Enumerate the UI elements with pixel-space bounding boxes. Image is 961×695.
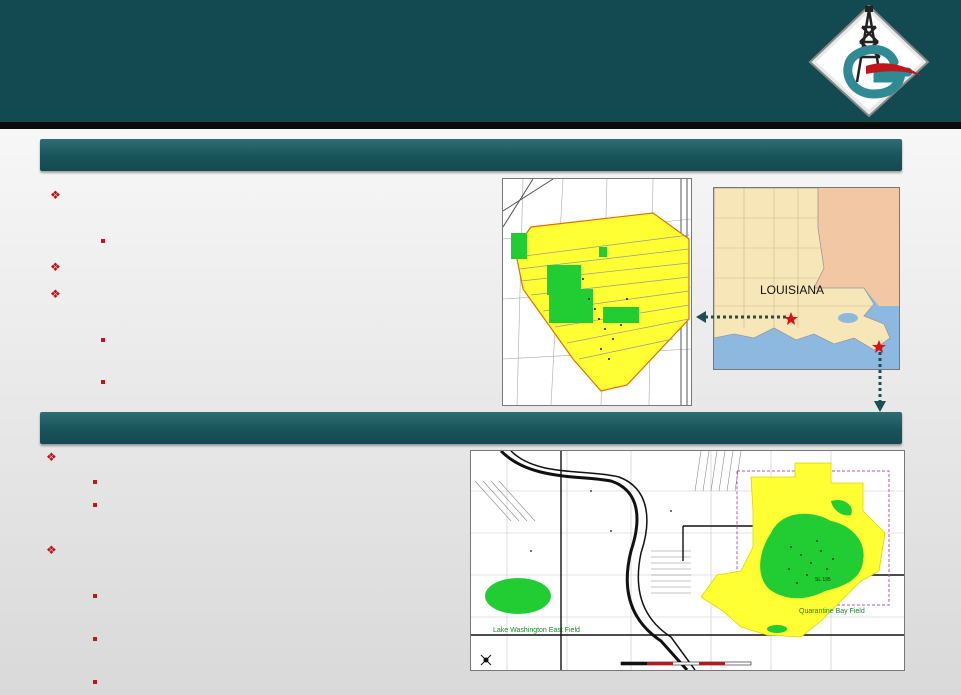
regional-field-map: Lake Washington East Field Quarantine Ba… <box>470 450 905 671</box>
square-bullet-icon <box>93 680 97 684</box>
square-bullet-icon <box>93 594 97 598</box>
field-detail-map <box>502 178 692 406</box>
lease-label: SL 195 <box>815 577 831 583</box>
quarantine-bay-label: Quarantine Bay Field <box>799 608 865 615</box>
section-bar-top <box>40 139 902 171</box>
company-logo <box>808 4 930 118</box>
diamond-bullet-icon: ❖ <box>46 450 57 464</box>
header-divider <box>0 122 961 129</box>
square-bullet-icon <box>93 503 97 507</box>
diamond-bullet-icon: ❖ <box>50 287 61 301</box>
arrow-down-icon <box>874 401 886 412</box>
diamond-bullet-icon: ❖ <box>46 543 57 557</box>
square-bullet-icon <box>101 239 105 243</box>
diamond-bullet-icon: ❖ <box>50 260 61 274</box>
square-bullet-icon <box>101 380 105 384</box>
louisiana-label: LOUISIANA <box>760 283 824 297</box>
square-bullet-icon <box>101 338 105 342</box>
square-bullet-icon <box>93 480 97 484</box>
locator-arrows <box>696 311 886 412</box>
arrow-left-icon <box>696 311 706 323</box>
diamond-bullet-icon: ❖ <box>50 188 61 202</box>
scale-bar <box>620 661 752 666</box>
lake-washington-label: Lake Washington East Field <box>493 627 580 634</box>
square-bullet-icon <box>93 637 97 641</box>
